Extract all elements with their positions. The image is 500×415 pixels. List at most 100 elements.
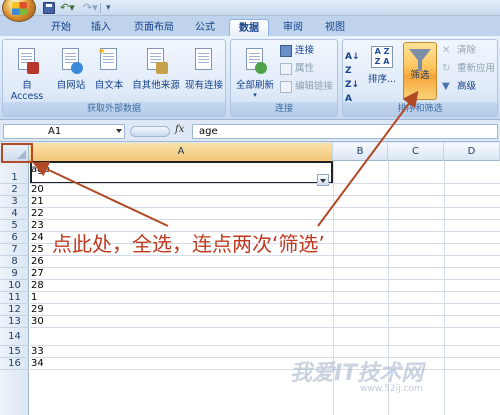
edit-links-label: 编辑链接	[295, 81, 334, 92]
row-header[interactable]: 12	[0, 304, 29, 316]
undo-icon[interactable]: ↶▾	[60, 2, 75, 14]
from-other-label: 自其他来源	[132, 80, 180, 91]
refresh-all-button[interactable]: 全部刷新 ▾	[233, 42, 277, 102]
other-sources-icon	[144, 46, 168, 74]
fx-area: fx	[130, 124, 190, 139]
row-header[interactable]: 5	[0, 220, 29, 232]
clear-filter-icon: ✕	[442, 45, 451, 56]
sort-button[interactable]: A ZZ A 排序...	[365, 42, 399, 102]
group-label-external-data: 获取外部数据	[3, 102, 225, 116]
advanced-button[interactable]: ▼ 高级	[441, 80, 476, 94]
column-headers: A B C D	[0, 143, 500, 161]
from-other-sources-button[interactable]: 自其他来源	[131, 42, 181, 102]
table-row[interactable]: 27	[30, 268, 330, 280]
refresh-all-label: 全部刷新	[235, 80, 274, 91]
row-header[interactable]: 9	[0, 268, 29, 280]
row-headers: 1 2 3 4 5 6 7 8 9 10 11 12 13 14 15 16	[0, 161, 29, 415]
properties-button[interactable]: 属性	[279, 62, 314, 76]
table-row[interactable]: 30	[30, 316, 330, 328]
from-text-button[interactable]: ✦ 自文本	[91, 42, 127, 102]
group-label-sort-filter: 排序和筛选	[343, 102, 497, 116]
row-header[interactable]: 11	[0, 292, 29, 304]
clear-button[interactable]: ✕ 清除	[441, 44, 476, 58]
formula-toggle[interactable]	[130, 126, 170, 137]
insert-function-icon[interactable]: fx	[175, 124, 184, 135]
table-row[interactable]: 22	[30, 208, 330, 220]
properties-icon	[280, 63, 292, 75]
existing-connections-label: 现有连接	[184, 80, 223, 91]
tab-review[interactable]: 审阅	[276, 19, 310, 36]
tab-data[interactable]: 数据	[229, 19, 269, 36]
reapply-button[interactable]: ↻ 重新应用	[441, 62, 495, 76]
gridline	[444, 161, 445, 415]
row-header[interactable]: 3	[0, 196, 29, 208]
table-row[interactable]	[30, 328, 330, 346]
select-all-highlight	[1, 143, 33, 163]
sort-label: 排序...	[367, 74, 397, 85]
table-row[interactable]: 33	[30, 346, 330, 358]
row-header[interactable]: 16	[0, 358, 29, 370]
formula-bar: A1 fx age	[0, 121, 500, 142]
watermark-url: www.52ij.com	[360, 384, 423, 394]
funnel-icon	[409, 49, 431, 71]
formula-input[interactable]: age	[192, 124, 498, 139]
name-box-dropdown-icon[interactable]	[116, 129, 122, 133]
access-icon	[15, 46, 39, 74]
edit-links-button[interactable]: 编辑链接	[279, 80, 333, 94]
table-row[interactable]: 1	[30, 292, 330, 304]
connections-icon	[280, 45, 292, 57]
connections-button[interactable]: 连接	[279, 44, 314, 58]
tab-home[interactable]: 开始	[44, 19, 78, 36]
cell-a1[interactable]: age	[30, 163, 330, 186]
properties-label: 属性	[295, 63, 315, 74]
from-web-button[interactable]: 自网站	[53, 42, 89, 102]
column-header-c[interactable]: C	[388, 143, 444, 161]
edit-links-icon	[280, 81, 292, 93]
name-box[interactable]: A1	[3, 124, 125, 139]
filter-button[interactable]: 筛选	[403, 42, 437, 100]
watermark: 我爱IT技术网	[290, 361, 424, 386]
customize-icon[interactable]: ▾	[106, 2, 118, 14]
qat-separator	[100, 3, 101, 13]
tab-view[interactable]: 视图	[318, 19, 352, 36]
row-header[interactable]: 2	[0, 184, 29, 196]
cell-area[interactable]: age 20 21 22 23 24 25 26 27 28 1 29 30 33 34	[30, 161, 500, 415]
from-web-label: 自网站	[56, 80, 86, 91]
column-header-a[interactable]: A	[30, 143, 333, 161]
column-header-d[interactable]: D	[444, 143, 500, 161]
sort-ascending-icon[interactable]: A↓ Z	[345, 50, 361, 76]
advanced-filter-icon: ▼	[442, 81, 450, 92]
redo-icon[interactable]: ↷▾	[83, 2, 98, 14]
row-header[interactable]: 1	[0, 161, 29, 184]
reapply-label: 重新应用	[457, 63, 496, 74]
column-header-b[interactable]: B	[333, 143, 388, 161]
from-access-label: 自 Access	[10, 80, 44, 102]
tab-formulas[interactable]: 公式	[188, 19, 222, 36]
table-row[interactable]: 26	[30, 256, 330, 268]
sort-descending-icon[interactable]: Z↓ A	[345, 78, 361, 104]
row-header[interactable]: 8	[0, 256, 29, 268]
annotation-text: 点此处，全选，连点两次‘筛选’	[52, 232, 325, 256]
table-row[interactable]: 21	[30, 196, 330, 208]
connections-label: 连接	[295, 45, 315, 56]
row-header[interactable]: 14	[0, 328, 29, 346]
title-bar: ↶▾ ↷▾ ▾	[0, 0, 500, 22]
table-row[interactable]: 34	[30, 358, 330, 370]
existing-connections-button[interactable]: 现有连接	[183, 42, 225, 102]
ribbon-tabs: 开始 插入 页面布局 公式 数据 审阅 视图	[0, 16, 500, 36]
row-header[interactable]: 13	[0, 316, 29, 328]
row-header[interactable]: 10	[0, 280, 29, 292]
table-row[interactable]: 28	[30, 280, 330, 292]
tab-insert[interactable]: 插入	[84, 19, 118, 36]
table-row[interactable]: 29	[30, 304, 330, 316]
group-connections: 全部刷新 ▾ 连接 属性 编辑链接 连接	[230, 39, 338, 117]
row-header[interactable]: 15	[0, 346, 29, 358]
from-access-button[interactable]: 自 Access	[5, 42, 49, 102]
row-header[interactable]: 7	[0, 244, 29, 256]
row-header[interactable]: 6	[0, 232, 29, 244]
table-row[interactable]: 20	[30, 184, 330, 196]
tab-page-layout[interactable]: 页面布局	[126, 19, 182, 36]
row-header[interactable]: 4	[0, 208, 29, 220]
save-icon[interactable]	[43, 2, 55, 14]
group-label-connections: 连接	[231, 102, 337, 116]
